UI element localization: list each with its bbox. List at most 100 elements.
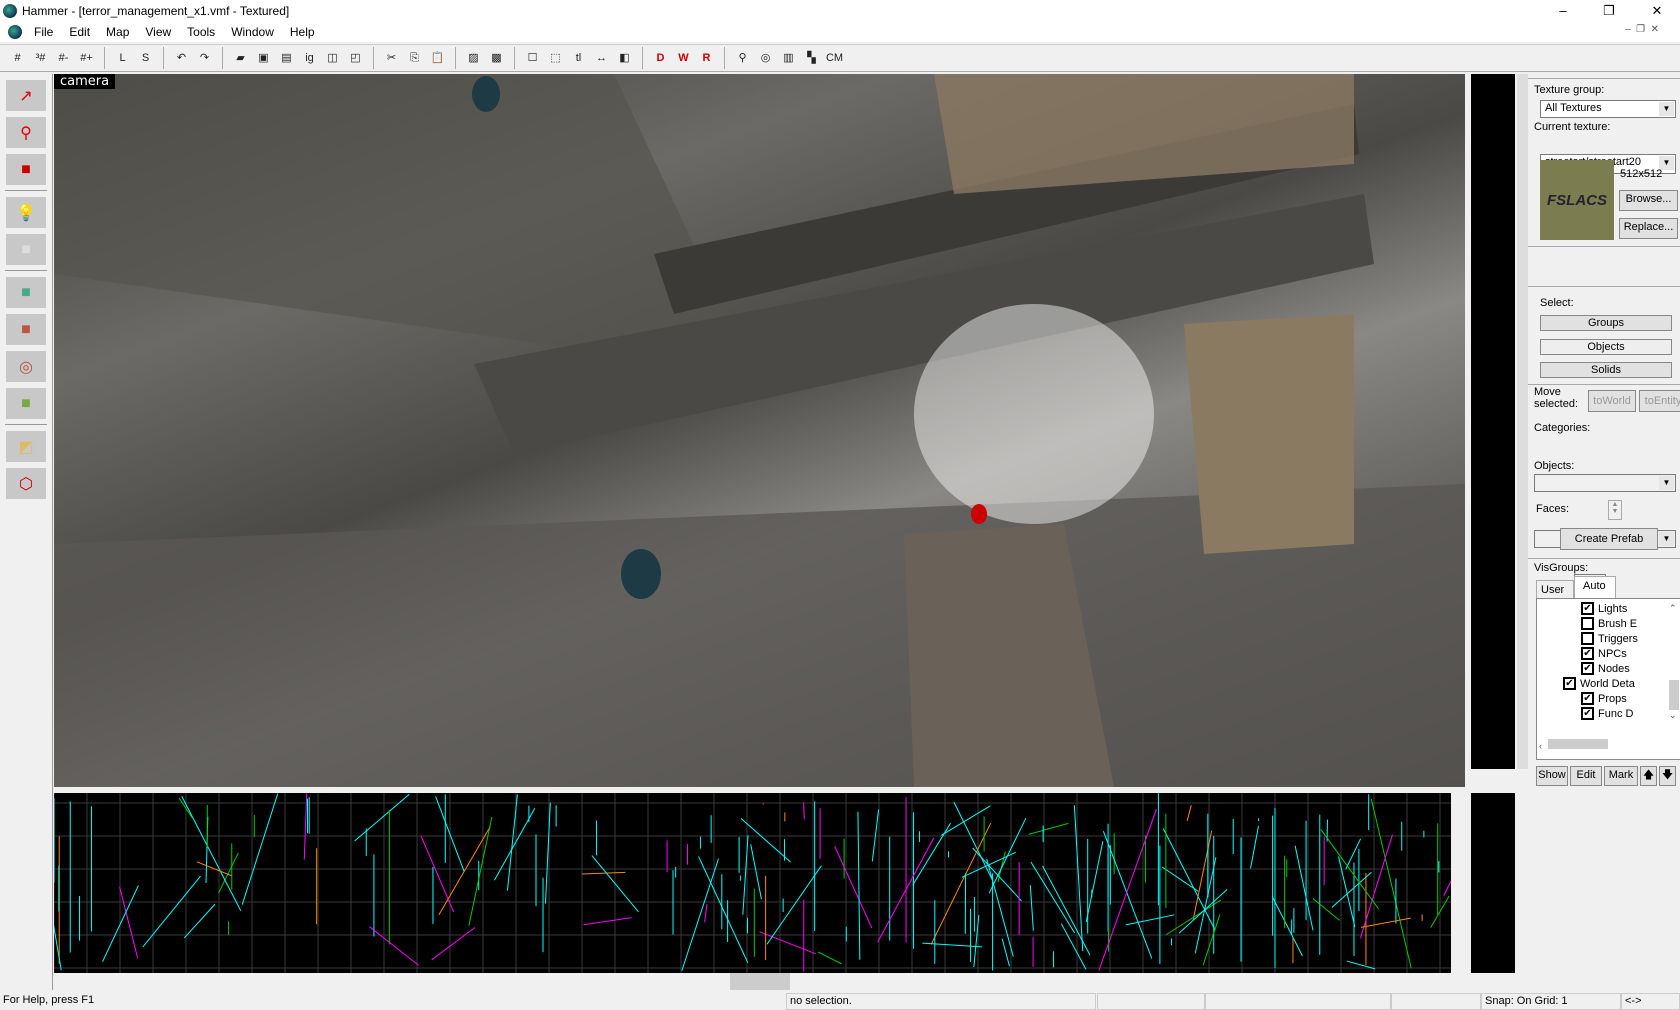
select-by-handles-icon[interactable]: ⬚ (546, 49, 565, 68)
texture-application-icon[interactable]: ■ (6, 277, 46, 308)
menu-file[interactable]: File (26, 25, 61, 39)
visgroup-item[interactable]: ✔ World Deta (1537, 676, 1680, 691)
menu-view[interactable]: View (137, 25, 179, 39)
to-world-button[interactable]: toWorld (1588, 390, 1636, 412)
load-window-state-icon[interactable]: L (113, 49, 132, 68)
group-icon[interactable]: ▣ (254, 49, 273, 68)
ignore-grouping-icon[interactable]: ig (300, 49, 319, 68)
clipping-tool-icon[interactable]: ◩ (6, 431, 46, 462)
create-prefab-button[interactable]: Create Prefab (1560, 528, 1658, 550)
apply-texture-icon[interactable]: ■ (6, 314, 46, 345)
visgroup-item[interactable]: ✔ Lights (1537, 601, 1680, 616)
menu-help[interactable]: Help (282, 25, 323, 39)
visgroup-checkbox[interactable] (1581, 632, 1594, 645)
edit-button[interactable]: Edit (1570, 766, 1602, 786)
vertex-tool-icon[interactable]: ⬡ (6, 468, 46, 499)
move-up-button[interactable]: 🡅 (1640, 766, 1657, 786)
visgroup-item[interactable]: ✔ NPCs (1537, 646, 1680, 661)
select-solids-button[interactable]: Solids (1540, 362, 1672, 378)
copy-icon[interactable]: ⎘ (405, 49, 424, 68)
visgroup-checkbox[interactable]: ✔ (1581, 602, 1594, 615)
overlay-tool-icon[interactable]: ■ (6, 388, 46, 419)
texture-scale-lock-icon[interactable]: ▩ (487, 49, 506, 68)
texture-group-select[interactable]: All Textures ▼ (1540, 100, 1676, 118)
visgroup-item[interactable]: ✔ Props (1537, 691, 1680, 706)
visgroup-checkbox[interactable]: ✔ (1581, 692, 1594, 705)
2d-top-viewport[interactable] (54, 793, 1451, 973)
visgroup-checkbox[interactable]: ✔ (1581, 662, 1594, 675)
categories-select[interactable]: ▼ (1534, 474, 1676, 492)
visgroup-checkbox[interactable] (1581, 617, 1594, 630)
scroll-thumb[interactable] (730, 973, 790, 990)
entity-report-icon[interactable]: ⚲ (733, 49, 752, 68)
restore-button[interactable]: ❐ (1586, 0, 1632, 22)
hide-selection-icon[interactable]: ◫ (323, 49, 342, 68)
mini-view-bottom[interactable] (1471, 793, 1515, 973)
grid-icon[interactable]: # (8, 49, 27, 68)
texture-lock-text-icon[interactable]: tl (569, 49, 588, 68)
check-icon[interactable]: ▚ (802, 49, 821, 68)
block-tool-icon[interactable]: ■ (6, 234, 46, 265)
tree-vertical-scrollbar[interactable]: ⌃ ⌄ (1669, 603, 1680, 733)
cordon-icon[interactable]: ◧ (615, 49, 634, 68)
selection-tool-icon[interactable]: ↗ (6, 80, 46, 111)
menu-map[interactable]: Map (98, 25, 137, 39)
run-map-r-icon[interactable]: R (697, 49, 716, 68)
texture-preview[interactable]: FSLACS (1540, 160, 1614, 240)
save-window-state-icon[interactable]: S (136, 49, 155, 68)
entity-tool-icon[interactable]: 💡 (6, 197, 46, 228)
carve-icon[interactable]: ▰ (231, 49, 250, 68)
faces-spinner[interactable]: ▲ ▼ (1608, 500, 1622, 520)
run-map-w-icon[interactable]: W (674, 49, 693, 68)
displacement-icon[interactable]: ▥ (779, 49, 798, 68)
models-icon[interactable]: ◎ (756, 49, 775, 68)
menu-tools[interactable]: Tools (179, 25, 223, 39)
2d-horizontal-scrollbar[interactable] (54, 973, 1465, 990)
redo-icon[interactable]: ↷ (195, 49, 214, 68)
menu-edit[interactable]: Edit (61, 25, 98, 39)
menu-window[interactable]: Window (223, 25, 282, 39)
replace-button[interactable]: Replace... (1619, 218, 1678, 239)
camera-3d-viewport[interactable]: camera (54, 74, 1465, 787)
tab-user[interactable]: User (1536, 580, 1574, 598)
visgroup-checkbox[interactable]: ✔ (1563, 677, 1576, 690)
cubemap-icon[interactable]: CM (825, 49, 844, 68)
paste-icon[interactable]: 📋 (428, 49, 447, 68)
cut-icon[interactable]: ✂ (382, 49, 401, 68)
undo-icon[interactable]: ↶ (172, 49, 191, 68)
flip-icon[interactable]: ↔ (592, 49, 611, 68)
selection-box-icon[interactable]: ☐ (523, 49, 542, 68)
show-button[interactable]: Show (1536, 766, 1568, 786)
select-groups-button[interactable]: Groups (1540, 315, 1672, 331)
3d-grid-icon[interactable]: ³# (31, 49, 50, 68)
mdi-controls[interactable]: – ❐ ✕ (1625, 24, 1659, 35)
to-entity-button[interactable]: toEntity (1639, 390, 1680, 412)
run-map-icon[interactable]: D (651, 49, 670, 68)
grid-smaller-icon[interactable]: #- (54, 49, 73, 68)
mark-button[interactable]: Mark (1604, 766, 1638, 786)
camera-vertical-scrollbar[interactable] (1517, 74, 1528, 769)
magnify-tool-icon[interactable]: ⚲ (6, 117, 46, 148)
select-objects-button[interactable]: Objects (1540, 339, 1672, 355)
visgroup-item[interactable]: Brush E (1537, 616, 1680, 631)
grid-larger-icon[interactable]: #+ (77, 49, 96, 68)
tree-horizontal-scrollbar[interactable]: ‹ (1539, 739, 1669, 753)
camera-tool-icon[interactable]: ■ (6, 154, 46, 185)
visgroup-item[interactable]: Triggers (1537, 631, 1680, 646)
visgroup-checkbox[interactable]: ✔ (1581, 647, 1594, 660)
visgroup-item[interactable]: ✔ Nodes (1537, 661, 1680, 676)
minimize-button[interactable]: – (1540, 0, 1586, 22)
ungroup-icon[interactable]: ▤ (277, 49, 296, 68)
browse-button[interactable]: Browse... (1619, 190, 1678, 211)
move-down-button[interactable]: 🡇 (1659, 766, 1676, 786)
decal-tool-icon[interactable]: ◎ (6, 351, 46, 382)
tab-auto[interactable]: Auto (1574, 576, 1616, 598)
visgroup-item[interactable]: ✔ Func D (1537, 706, 1680, 721)
hide-unselected-icon[interactable]: ◰ (346, 49, 365, 68)
mini-viewport[interactable] (1471, 74, 1515, 769)
2d-vertical-scrollbar[interactable] (1451, 793, 1465, 973)
close-button[interactable]: ✕ (1634, 0, 1680, 22)
document-icon[interactable] (8, 25, 22, 39)
toggle-texture-lock-icon[interactable]: ▨ (464, 49, 483, 68)
visgroup-checkbox[interactable]: ✔ (1581, 707, 1594, 720)
